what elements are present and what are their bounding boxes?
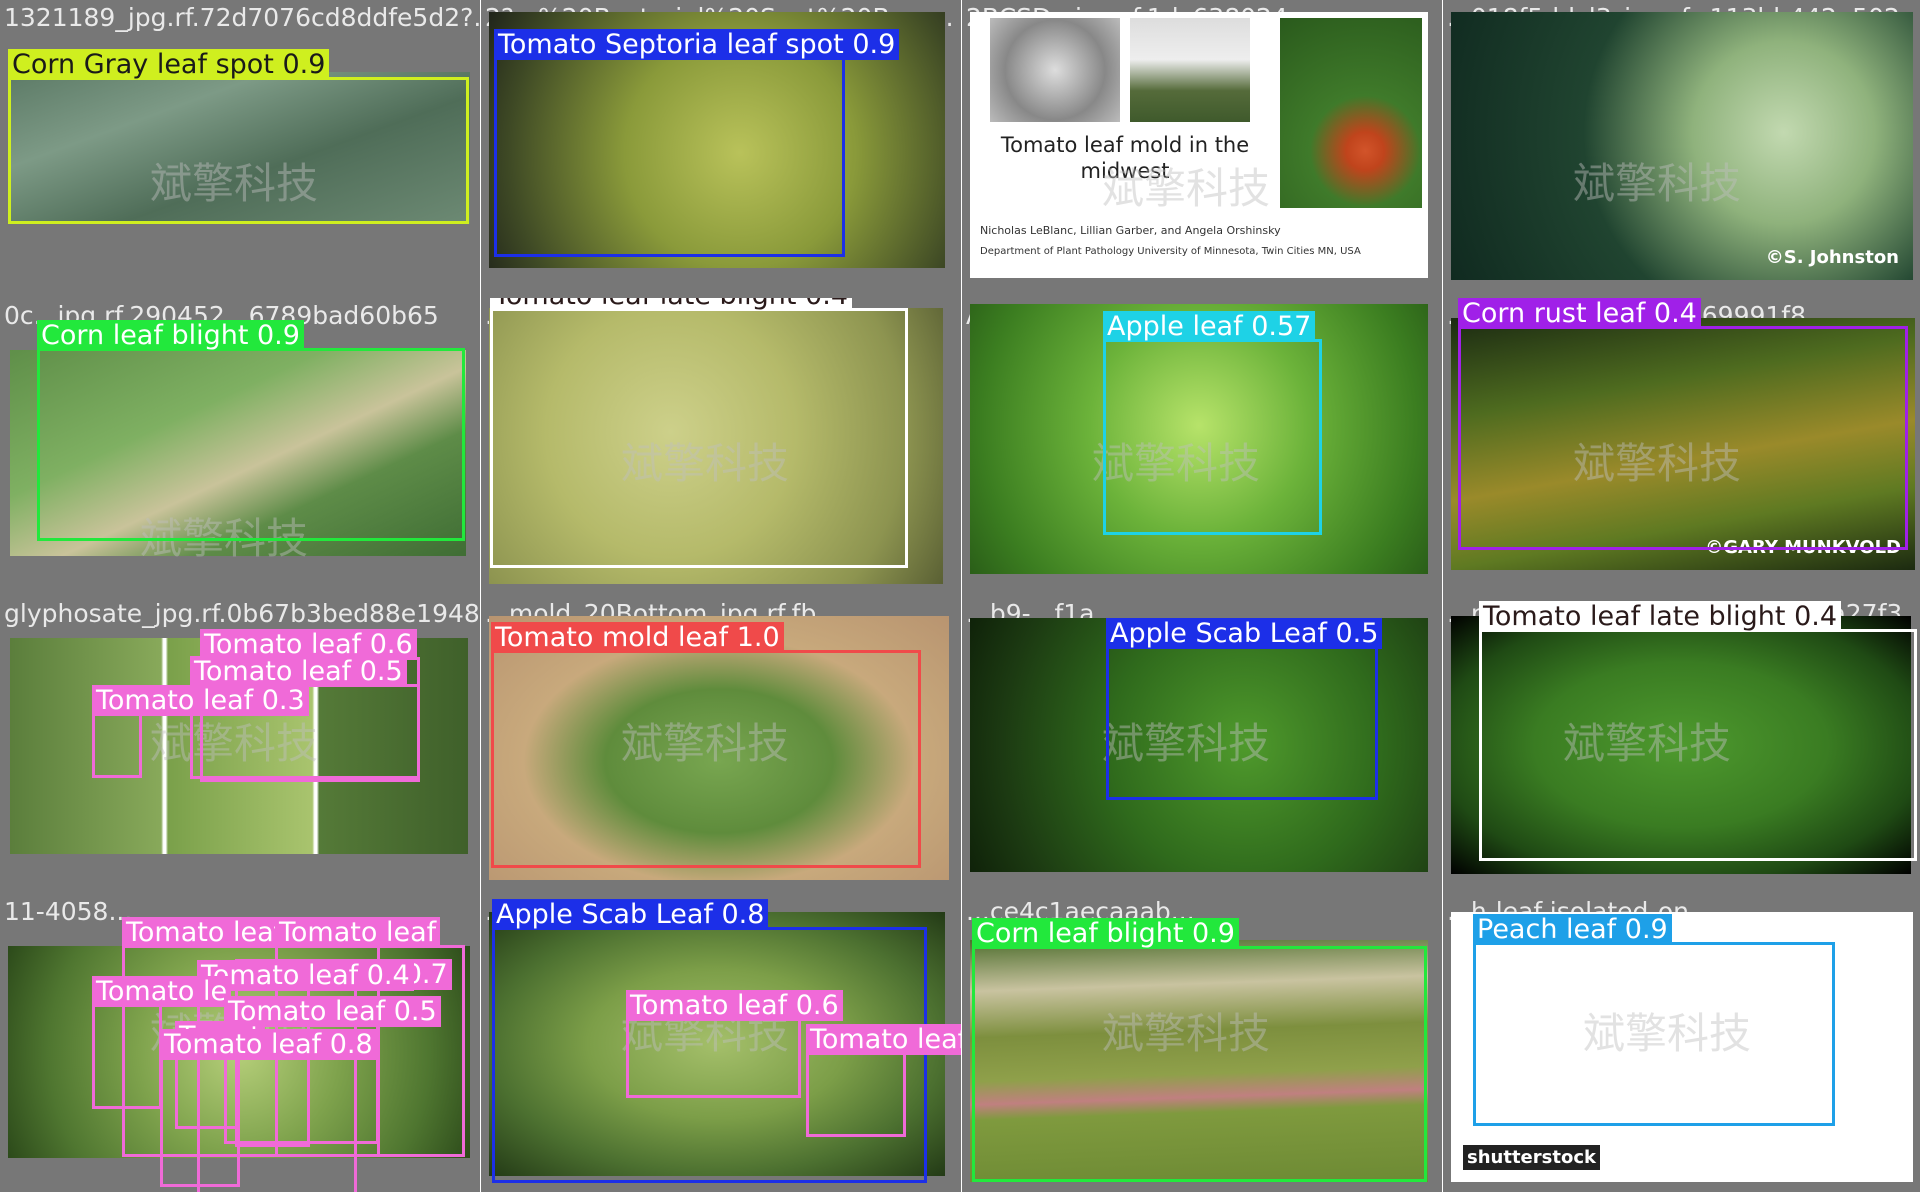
detection-box[interactable]: Tomato mold leaf 1.0 [491,622,921,868]
result-tile[interactable]: 2?...%20Bacterial%20Spot%20Bon-...斌擎科技To… [481,0,961,298]
slide-greenhouse [1130,18,1250,122]
result-tile[interactable]: glyphosate_jpg.rf.0b67b3bed88e1948... 斌擎科… [0,596,480,894]
result-tile[interactable]: 1321189_jpg.rf.72d7076cd8ddfe5d2?... 斌擎科技… [0,0,480,298]
result-tile[interactable]: 0c...jpg.rf.290452...6789bad60b65 斌擎科技 Cor… [0,298,480,596]
photo-credit: shutterstock [1463,1145,1600,1170]
detection-box[interactable]: Tomato leaf 0.6 [626,990,843,1098]
detection-box[interactable]: Tomato leaf 0.9 [806,1024,961,1137]
image-filename: glyphosate_jpg.rf.0b67b3bed88e1948... [4,599,480,628]
result-tile[interactable]: ...b9-...f1a... 斌擎科技 Apple Scab Leaf 0.5 [962,596,1442,894]
detection-label: Apple Scab Leaf 0.5 [1106,618,1383,649]
detection-label: Tomato leaf [275,917,441,948]
detection-label: Peach leaf 0.9 [1473,914,1672,945]
result-tile[interactable]: ...h-leaf-isolated-onshutterstock斌擎科技Pea… [1443,894,1920,1192]
detection-label: Corn rust leaf 0.4 [1458,298,1701,329]
detection-box[interactable]: Tomato leaf 0.3 [92,685,309,778]
detection-label: Tomato le [92,976,232,1007]
detection-box[interactable]: Tomato leaf late blight 0.4 [1479,601,1917,861]
detection-box[interactable]: Corn leaf blight 0.9 [972,918,1427,1182]
detection-box[interactable]: Tomato Septoria leaf spot 0.9 [494,29,900,257]
watermark: 斌擎科技 [1573,159,1742,208]
slide-micrograph [990,18,1120,122]
slide-tomatoes [1280,18,1422,208]
detection-label: Corn leaf blight 0.9 [37,320,304,351]
detection-box[interactable]: Apple Scab Leaf 0.5 [1106,618,1383,800]
result-tile[interactable]: 2BCSD...jpg.rf.1dc638024...Tomato leaf m… [962,0,1442,298]
detection-label: Corn Gray leaf spot 0.9 [8,49,330,80]
slide-authors: Nicholas LeBlanc, Lillian Garber, and An… [980,224,1281,237]
detection-label: Apple leaf 0.57 [1103,311,1316,342]
detection-label: Tomato leaf 0.3 [92,685,309,716]
detection-label: Tomato mold leaf 1.0 [491,622,784,653]
detection-label: Tomato leaf 0.5 [190,656,407,687]
detection-label: Apple Scab Leaf 0.8 [492,899,769,930]
detection-label: Tomato leaf late blight 0.4 [1479,601,1842,632]
result-tile[interactable]: ...ce4c1aecaaab... 斌擎科技 Corn leaf blight 0… [962,894,1442,1192]
detection-label: Tomato leaf 0.9 [806,1024,961,1055]
detection-box[interactable]: Apple leaf 0.57 [1103,311,1322,535]
leaf-photo: ©S. Johnston [1451,12,1913,280]
detection-label: Tomato leaf late blight 0.4 [490,298,853,311]
detection-box[interactable]: Tomato leaf 0.8 [160,1029,377,1187]
image-filename: 11-4058... [4,897,133,926]
detection-box[interactable]: Corn leaf blight 0.9 [37,320,465,541]
result-tile[interactable]: ...018f5ddcl3_jpg.rf.c113bb442a502©S. Jo… [1443,0,1920,298]
watermark: 斌擎科技 [1102,164,1271,213]
detection-box[interactable]: Corn rust leaf 0.4 [1458,298,1908,550]
photo-credit: ©S. Johnston [1765,247,1899,268]
image-filename: 1321189_jpg.rf.72d7076cd8ddfe5d2?... [4,3,480,32]
slide-department: Department of Plant Pathology University… [980,246,1361,257]
leaf-photo: Tomato leaf mold in the midwest Nicholas … [970,12,1428,278]
result-tile[interactable]: ...pepper_spot_jpg.rf.702f0249a27f3斌擎科技T… [1443,596,1920,894]
result-tile[interactable]: 11-4058...斌擎科技Tomato leaf 0Tomato leafTo… [0,894,480,1192]
detection-box[interactable]: Tomato leaf late blight 0.4 [490,298,908,568]
result-tile[interactable]: ..._southrust_jpg.rf.a69991f8©GARY MUNKV… [1443,298,1920,596]
result-tile[interactable]: ...0x225_jpg.rf....斌擎科技Tomato leaf late … [481,298,961,596]
detection-box[interactable]: Tomato le [92,976,232,1109]
result-tile[interactable]: ...mold_20Bottom_jpg.rf.fb... 斌擎科技 Tomato … [481,596,961,894]
result-tile[interactable]: Apple...0a..._jpg.rf.98c斌擎科技Apple leaf 0… [962,298,1442,596]
detection-box[interactable]: Peach leaf 0.9 [1473,914,1835,1126]
results-grid: 1321189_jpg.rf.72d7076cd8ddfe5d2?... 斌擎科技… [0,0,1920,1192]
detection-label: Corn leaf blight 0.9 [972,918,1239,949]
detection-box[interactable]: Corn Gray leaf spot 0.9 [8,49,469,224]
result-tile[interactable]: ...eafspot_jpg.rf...斌擎科技Apple Scab Leaf … [481,894,961,1192]
detection-label: Tomato leaf 0.8 [160,1029,377,1060]
detection-label: Tomato leaf 0.6 [626,990,843,1021]
detection-label: Tomato Septoria leaf spot 0.9 [494,29,900,60]
